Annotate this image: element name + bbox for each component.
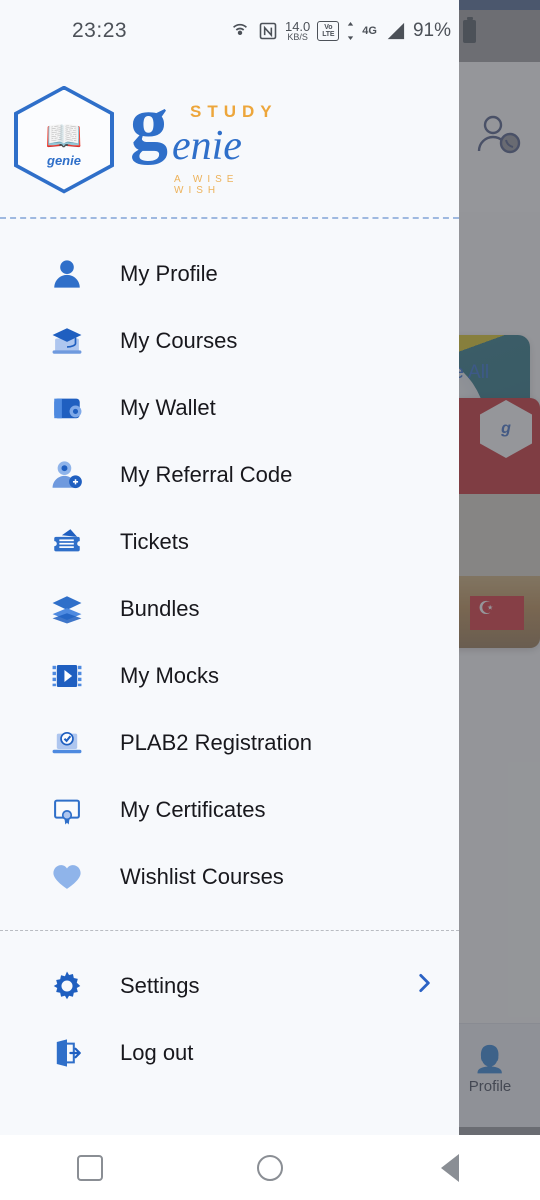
drawer-menu-list: My Profile My Courses My Wallet My Refer… xyxy=(0,240,459,910)
menu-item-label: Bundles xyxy=(120,595,200,621)
menu-item-label: Wishlist Courses xyxy=(120,863,284,889)
menu-item-label: My Certificates xyxy=(120,796,266,822)
menu-item-label: My Referral Code xyxy=(120,461,293,487)
volte-line1: Vo xyxy=(324,24,333,31)
heart-icon xyxy=(46,856,88,898)
back-button[interactable] xyxy=(405,1153,495,1182)
square-recents-icon xyxy=(77,1154,103,1181)
android-navigation-bar xyxy=(0,1135,540,1200)
menu-item-my-profile[interactable]: My Profile xyxy=(0,240,459,307)
chevron-right-icon[interactable] xyxy=(411,970,437,1001)
logo-badge-mini-text: genie xyxy=(47,153,81,168)
menu-item-label: My Mocks xyxy=(120,662,219,688)
menu-item-my-referral-code[interactable]: My Referral Code xyxy=(0,441,459,508)
recents-button[interactable] xyxy=(45,1154,135,1181)
data-transfer-arrows-icon xyxy=(346,21,355,41)
menu-item-bundles[interactable]: Bundles xyxy=(0,575,459,642)
person-add-icon xyxy=(46,454,88,496)
status-bar-right-region xyxy=(459,0,540,62)
menu-item-plab2-registration[interactable]: PLAB2 Registration xyxy=(0,709,459,776)
volte-line2: LTE xyxy=(322,31,335,38)
wallet-icon xyxy=(46,387,88,429)
nav-gray-cap xyxy=(459,1127,540,1135)
menu-item-label: Log out xyxy=(120,1039,194,1065)
wordmark-tagline: A WISE WISH xyxy=(174,173,239,196)
wordmark-genie: enie xyxy=(172,122,242,169)
navigation-drawer: 📖 genie g STUDY enie A WISE WISH My Prof… xyxy=(0,0,459,1135)
nfc-icon xyxy=(258,21,278,41)
drawer-divider-bottom xyxy=(0,930,459,931)
menu-item-label: PLAB2 Registration xyxy=(120,729,312,755)
open-book-icon: 📖 xyxy=(45,120,83,153)
battery-icon xyxy=(463,16,476,43)
menu-item-my-mocks[interactable]: My Mocks xyxy=(0,642,459,709)
drawer-header: 📖 genie g STUDY enie A WISE WISH xyxy=(0,62,459,217)
status-clock: 23:23 xyxy=(72,19,128,42)
menu-item-tickets[interactable]: Tickets xyxy=(0,508,459,575)
menu-item-my-certificates[interactable]: My Certificates xyxy=(0,776,459,843)
menu-item-label: Tickets xyxy=(120,528,189,554)
battery-percent-label: 91% xyxy=(412,20,451,41)
status-icon-group: 14.0 KB/S Vo LTE 4G 91% xyxy=(229,20,451,42)
triangle-back-icon xyxy=(441,1153,459,1182)
certificate-icon xyxy=(46,789,88,831)
volte-icon: Vo LTE xyxy=(317,21,340,41)
graduation-cap-icon xyxy=(46,320,88,362)
signal-bars-icon xyxy=(384,21,406,41)
laptop-check-icon xyxy=(46,722,88,764)
menu-item-label: Settings xyxy=(120,972,200,998)
logo-art: 📖 genie xyxy=(14,104,114,186)
person-icon xyxy=(46,253,88,295)
app-wordmark: g STUDY enie A WISE WISH xyxy=(130,80,290,195)
ticket-icon xyxy=(46,521,88,563)
network-speed-unit: KB/S xyxy=(287,32,308,42)
network-generation-label: 4G xyxy=(362,25,377,37)
menu-item-log-out[interactable]: Log out xyxy=(0,1019,459,1086)
status-bar: 23:23 14.0 KB/S Vo LTE 4G 91% xyxy=(0,0,459,62)
circle-home-icon xyxy=(257,1154,283,1181)
phone-screen: OFFICEDEPT RSE urse See All ASPIRE Solut… xyxy=(0,0,540,1200)
home-button[interactable] xyxy=(225,1154,315,1181)
menu-item-label: My Courses xyxy=(120,327,238,353)
menu-item-label: My Wallet xyxy=(120,394,216,420)
wordmark-g: g xyxy=(130,80,168,165)
gear-icon xyxy=(46,965,88,1007)
menu-item-my-wallet[interactable]: My Wallet xyxy=(0,374,459,441)
menu-item-my-courses[interactable]: My Courses xyxy=(0,307,459,374)
menu-item-settings[interactable]: Settings xyxy=(0,952,459,1019)
network-speed-indicator: 14.0 KB/S xyxy=(285,20,310,42)
app-logo-badge: 📖 genie xyxy=(14,85,114,194)
drawer-divider-top xyxy=(0,217,459,219)
menu-item-label: My Profile xyxy=(120,260,218,286)
logout-door-icon xyxy=(46,1032,88,1074)
hotspot-icon xyxy=(229,20,251,42)
drawer-footer-list: Settings Log out xyxy=(0,952,459,1086)
wordmark-study: STUDY xyxy=(190,101,278,121)
layers-icon xyxy=(46,588,88,630)
video-film-icon xyxy=(46,655,88,697)
menu-item-wishlist-courses[interactable]: Wishlist Courses xyxy=(0,843,459,910)
